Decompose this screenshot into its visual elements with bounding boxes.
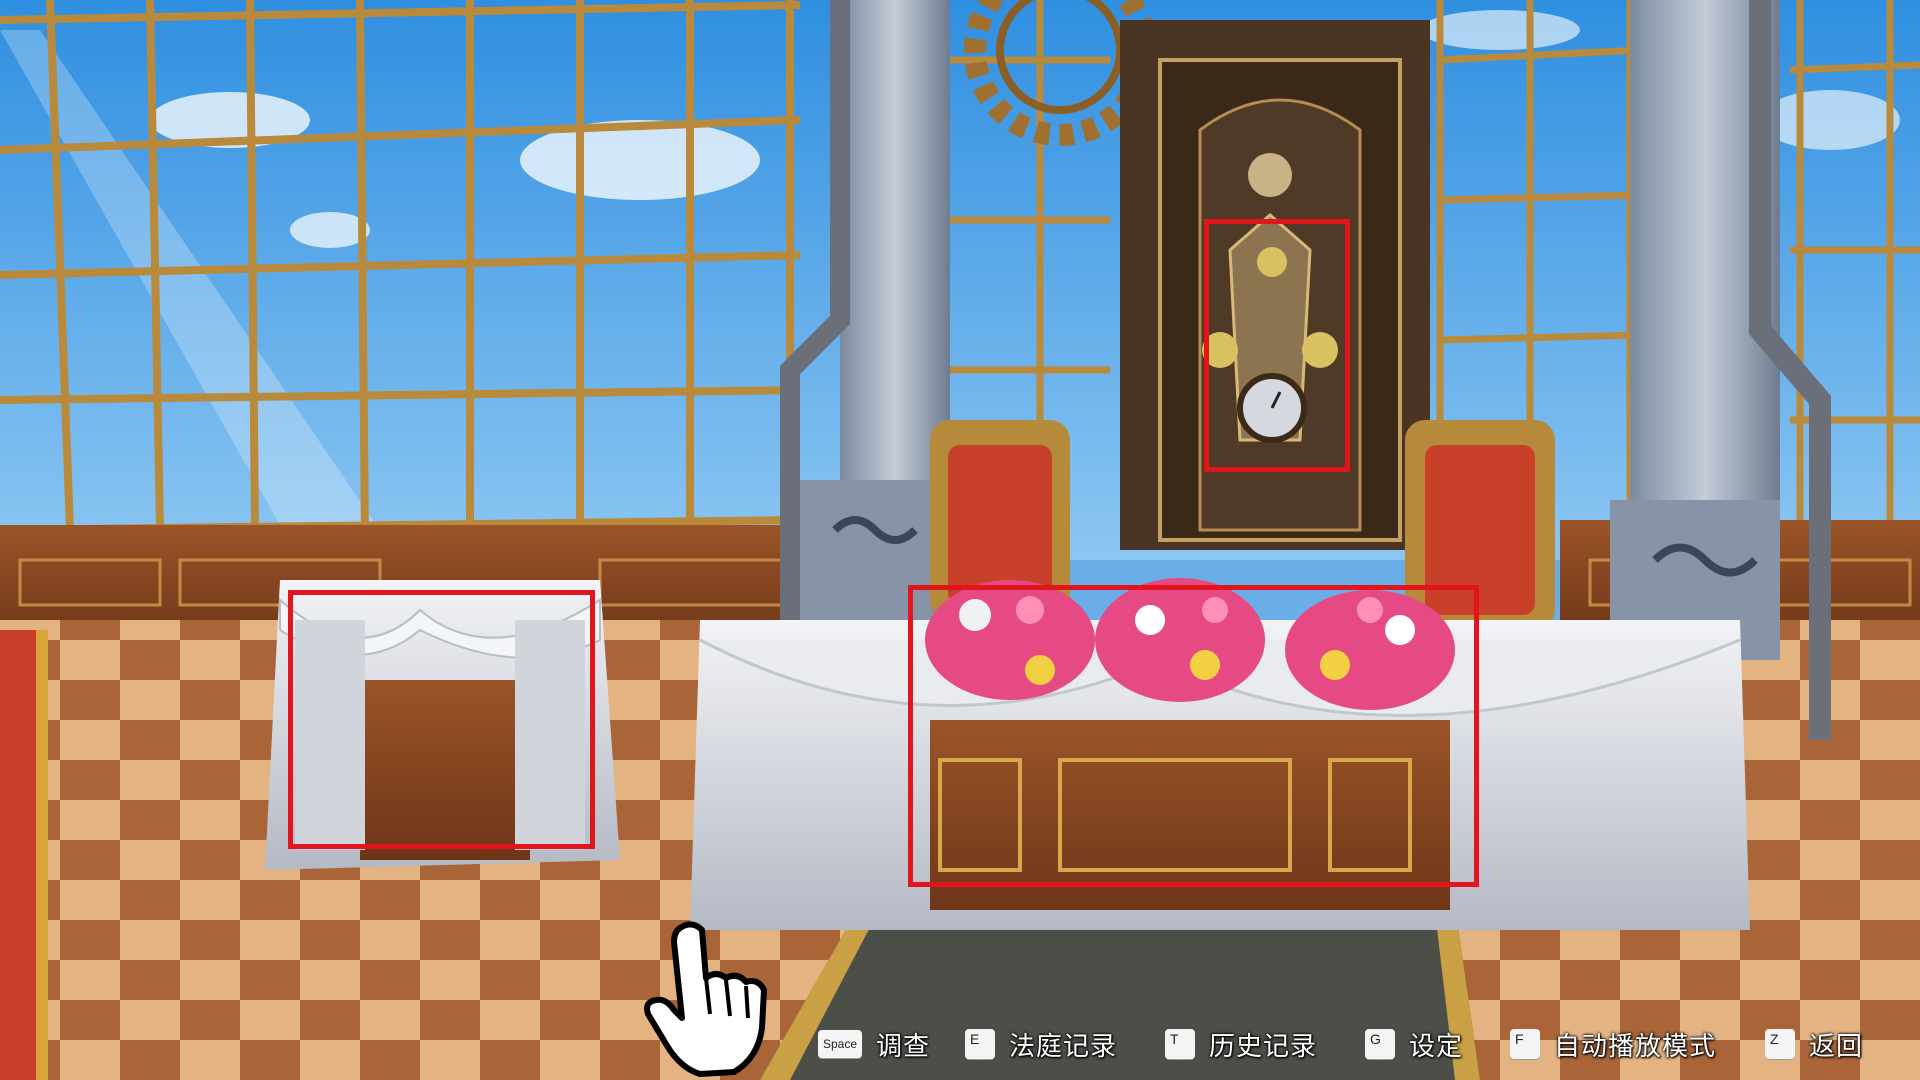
- flower-bouquets-hotspot[interactable]: [908, 585, 1479, 887]
- t-key-icon: T: [1165, 1029, 1195, 1059]
- side-table-hotspot[interactable]: [288, 590, 595, 849]
- control-label: 法庭记录: [1009, 1031, 1118, 1062]
- control-history[interactable]: T 历史记录: [1165, 1024, 1317, 1064]
- space-key-icon: Space: [818, 1030, 862, 1058]
- control-auto-play[interactable]: F 自动播放模式: [1510, 1024, 1716, 1064]
- control-back[interactable]: Z 返回: [1765, 1024, 1863, 1064]
- z-key-icon: Z: [1765, 1029, 1795, 1059]
- control-label: 设定: [1409, 1031, 1464, 1062]
- f-key-icon: F: [1510, 1029, 1540, 1059]
- game-screen: Space 调查 E 法庭记录 T 历史记录 G 设定 F 自动播放模式 Z 返…: [0, 0, 1920, 1080]
- control-hints-bar: Space 调查 E 法庭记录 T 历史记录 G 设定 F 自动播放模式 Z 返…: [0, 1010, 1920, 1070]
- e-key-icon: E: [965, 1029, 995, 1059]
- control-label: 自动播放模式: [1554, 1031, 1717, 1062]
- control-label: 历史记录: [1209, 1031, 1318, 1062]
- control-investigate[interactable]: Space 调查: [818, 1024, 930, 1064]
- control-settings[interactable]: G 设定: [1365, 1024, 1463, 1064]
- g-key-icon: G: [1365, 1029, 1395, 1059]
- courtroom-scene: [0, 0, 1920, 1080]
- clock-mechanism-hotspot[interactable]: [1204, 219, 1350, 472]
- control-label: 调查: [876, 1031, 931, 1062]
- control-label: 返回: [1809, 1031, 1864, 1062]
- control-court-record[interactable]: E 法庭记录: [965, 1024, 1117, 1064]
